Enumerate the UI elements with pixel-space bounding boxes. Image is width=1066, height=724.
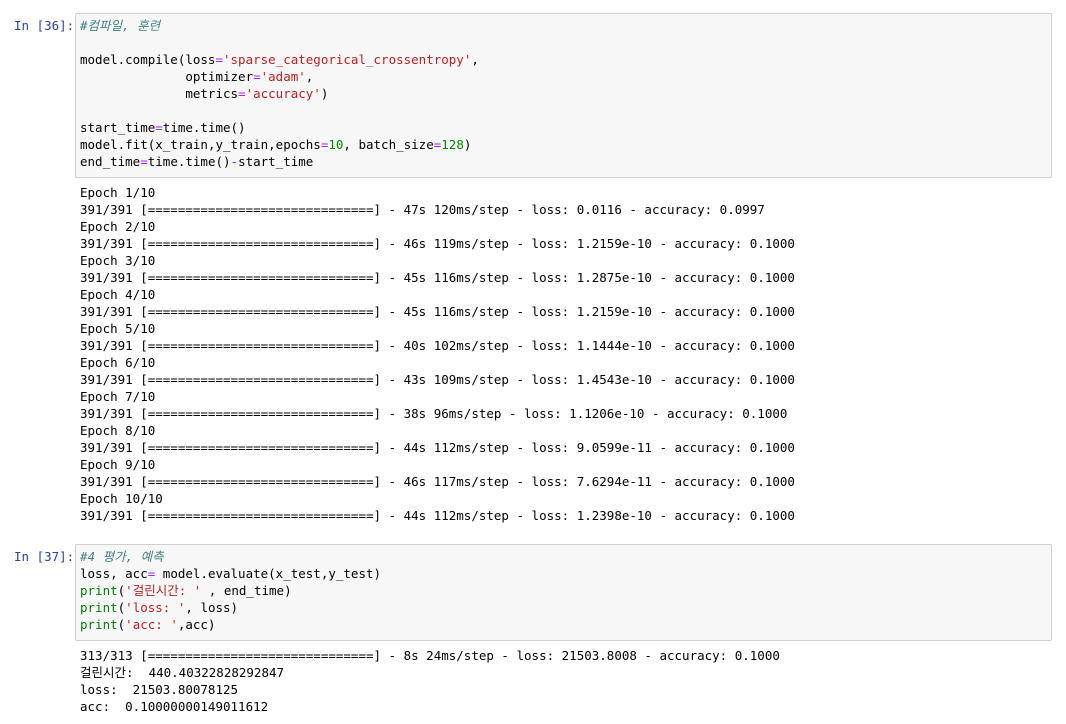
output-line: 391/391 [==============================]… xyxy=(80,474,795,489)
output-line: Epoch 6/10 xyxy=(80,355,156,370)
code-token: 'adam' xyxy=(260,69,306,84)
input-prompt: In [36]: xyxy=(14,18,75,33)
code-token: ) xyxy=(463,137,472,152)
notebook-cell-36[interactable]: In [36]: #컴파일, 훈련 model.compile(loss='spa… xyxy=(0,13,1066,533)
code-token: 10 xyxy=(328,137,344,152)
output-line: Epoch 4/10 xyxy=(80,287,156,302)
output-line: 391/391 [==============================]… xyxy=(80,270,795,285)
output-line: 313/313 [==============================]… xyxy=(80,648,780,663)
code-token: - xyxy=(230,154,239,169)
code-token: loss, acc xyxy=(80,566,148,581)
code-token: #4 평가, 예측 xyxy=(80,549,164,564)
code-line: #컴파일, 훈련 xyxy=(80,17,1047,34)
code-token: print xyxy=(80,583,118,598)
code-token: time.time() xyxy=(147,154,231,169)
code-token: start_time xyxy=(80,120,156,135)
code-token: time.time() xyxy=(162,120,246,135)
code-token: = xyxy=(155,120,163,135)
code-lines: #4 평가, 예측 loss, acc= model.evaluate(x_tes… xyxy=(80,548,1047,633)
code-line: metrics='accuracy') xyxy=(80,85,1047,102)
code-line: end_time=time.time()-start_time xyxy=(80,153,1047,170)
code-input-area[interactable]: #컴파일, 훈련 model.compile(loss='sparse_categ… xyxy=(75,13,1052,178)
code-token: print xyxy=(80,617,118,632)
code-line: start_time=time.time() xyxy=(80,119,1047,136)
code-line: optimizer='adam', xyxy=(80,68,1047,85)
output-line: 391/391 [==============================]… xyxy=(80,508,795,523)
code-token: metrics xyxy=(80,86,239,101)
code-line: model.fit(x_train,y_train,epochs=10, bat… xyxy=(80,136,1047,153)
code-token: '걸린시간: ' xyxy=(125,583,202,598)
code-token: , batch_size xyxy=(343,137,434,152)
code-token: ) xyxy=(320,86,329,101)
input-prompt: In [37]: xyxy=(14,549,75,564)
code-line: model.compile(loss='sparse_categorical_c… xyxy=(80,51,1047,68)
code-token: , xyxy=(305,69,314,84)
output-line: acc: 0.10000000149011612 xyxy=(80,699,269,714)
code-line: print('acc: ',acc) xyxy=(80,616,1047,633)
code-token: = xyxy=(215,52,223,67)
code-token: print xyxy=(80,600,118,615)
output-line: Epoch 7/10 xyxy=(80,389,156,404)
code-token: 'acc: ' xyxy=(125,617,178,632)
code-token: , loss) xyxy=(185,600,239,615)
code-token: = xyxy=(238,86,246,101)
code-line: loss, acc= model.evaluate(x_test,y_test) xyxy=(80,565,1047,582)
code-token: start_time xyxy=(238,154,314,169)
code-token: = xyxy=(140,154,148,169)
code-token: model.evaluate(x_test,y_test) xyxy=(155,566,382,581)
output-line: Epoch 9/10 xyxy=(80,457,156,472)
code-line: #4 평가, 예측 xyxy=(80,548,1047,565)
output-lines: 313/313 [==============================]… xyxy=(80,647,1050,715)
code-token: 'accuracy' xyxy=(245,86,321,101)
code-token: model.fit(x_train,y_train,epochs xyxy=(80,137,321,152)
code-line: print('loss: ', loss) xyxy=(80,599,1047,616)
output-line: 391/391 [==============================]… xyxy=(80,338,795,353)
output-line: Epoch 5/10 xyxy=(80,321,156,336)
code-token: end_time xyxy=(80,154,141,169)
code-token: , xyxy=(471,52,479,67)
code-token: model.compile(loss xyxy=(80,52,216,67)
cell-output: Epoch 1/10 391/391 [=====================… xyxy=(80,184,1050,524)
output-line: Epoch 10/10 xyxy=(80,491,163,506)
output-line: 391/391 [==============================]… xyxy=(80,202,765,217)
code-token: 'sparse_categorical_crossentropy' xyxy=(223,52,472,67)
output-line: 걸린시간: 440.40322828292847 xyxy=(80,665,285,680)
code-token: = xyxy=(253,69,261,84)
code-token: 'loss: ' xyxy=(125,600,186,615)
code-line: print('걸린시간: ' , end_time) xyxy=(80,582,1047,599)
code-token: , end_time) xyxy=(201,583,292,598)
code-lines: #컴파일, 훈련 model.compile(loss='sparse_categ… xyxy=(80,17,1047,170)
output-line: 391/391 [==============================]… xyxy=(80,440,795,455)
output-line: Epoch 1/10 xyxy=(80,185,156,200)
code-token: #컴파일, 훈련 xyxy=(80,18,161,33)
output-line: 391/391 [==============================]… xyxy=(80,406,788,421)
code-token: ,acc) xyxy=(177,617,216,632)
output-line: Epoch 2/10 xyxy=(80,219,156,234)
output-line: Epoch 3/10 xyxy=(80,253,156,268)
notebook-cell-37[interactable]: In [37]: #4 평가, 예측 loss, acc= model.evalu… xyxy=(0,544,1066,724)
output-line: 391/391 [==============================]… xyxy=(80,372,795,387)
code-input-area[interactable]: #4 평가, 예측 loss, acc= model.evaluate(x_tes… xyxy=(75,544,1052,641)
output-line: loss: 21503.80078125 xyxy=(80,682,239,697)
output-line: 391/391 [==============================]… xyxy=(80,304,795,319)
output-line: 391/391 [==============================]… xyxy=(80,236,795,251)
cell-output: 313/313 [==============================]… xyxy=(80,647,1050,715)
code-token: optimizer xyxy=(80,69,254,84)
output-lines: Epoch 1/10 391/391 [=====================… xyxy=(80,184,1050,524)
output-line: Epoch 8/10 xyxy=(80,423,156,438)
code-token: 128 xyxy=(441,137,464,152)
